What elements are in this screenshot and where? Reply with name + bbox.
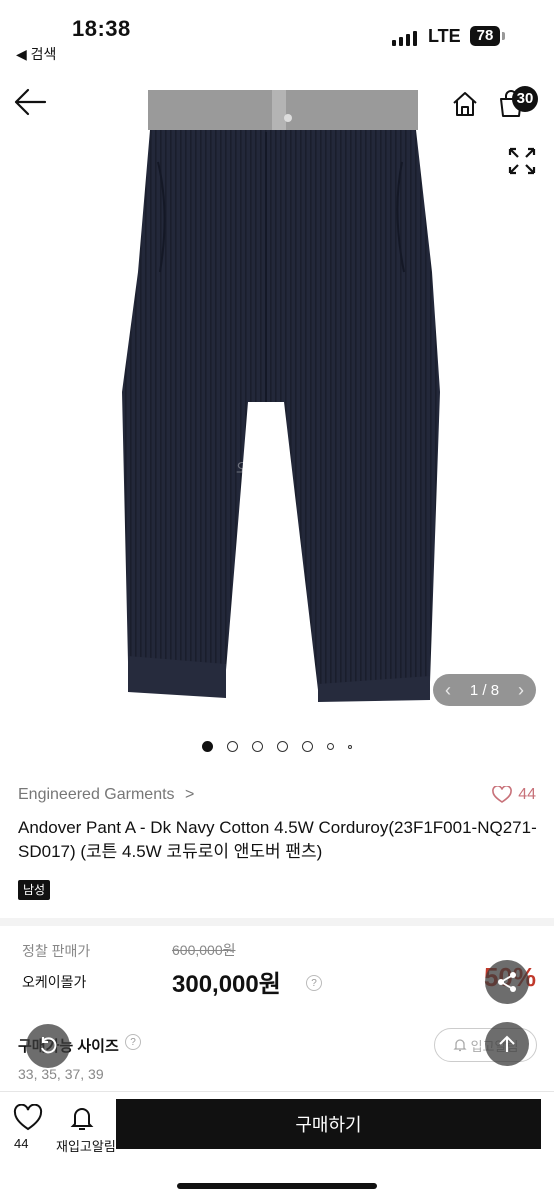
sale-price-label: 오케이몰가 [22, 974, 87, 990]
home-icon [453, 91, 477, 116]
image-watermark: 오케이몰 [236, 460, 288, 476]
brand-link[interactable]: Engineered Garments > [18, 786, 194, 804]
scroll-top-button[interactable] [485, 1022, 529, 1066]
arrow-up-icon [499, 1035, 515, 1052]
retail-price: 600,000원 [172, 942, 236, 958]
share-button[interactable] [485, 960, 529, 1004]
bottom-restock-label: 재입고알림 [56, 1139, 116, 1154]
retail-price-label: 정찰 판매가 [22, 943, 91, 959]
pager-next-icon[interactable]: › [518, 680, 524, 701]
cart-count-badge: 30 [512, 86, 538, 112]
available-sizes: 33, 35, 37, 39 [18, 1066, 104, 1082]
gallery-dot[interactable] [348, 744, 352, 749]
size-help-icon[interactable]: ? [125, 1034, 141, 1050]
undo-icon [41, 1037, 57, 1054]
expand-icon [508, 147, 536, 174]
network-label: LTE [428, 26, 461, 46]
sale-price: 300,000원 [172, 971, 281, 998]
gallery-dot[interactable] [202, 741, 213, 752]
share-icon [498, 972, 516, 992]
brand-row: Engineered Garments > 44 [18, 783, 536, 807]
chevron-right-icon: > [184, 786, 195, 803]
heart-icon [13, 1103, 43, 1131]
pager-count: 1 / 8 [469, 681, 500, 699]
price-help-icon[interactable]: ? [306, 975, 322, 991]
history-back-button[interactable] [26, 1024, 70, 1068]
bottom-like-button[interactable] [10, 1103, 46, 1137]
buy-button[interactable]: 구매하기 [116, 1099, 541, 1149]
fullscreen-button[interactable] [504, 144, 540, 180]
image-pager[interactable]: ‹ 1 / 8 › [433, 674, 536, 706]
heart-icon [492, 786, 513, 803]
status-time: 18:38 [72, 16, 131, 41]
gallery-dot[interactable] [252, 741, 263, 752]
like-count: 44 [518, 786, 536, 803]
brand-name: Engineered Garments [18, 786, 175, 803]
signal-icon [392, 30, 417, 46]
product-image [122, 90, 440, 702]
arrow-left-icon [14, 88, 47, 115]
bottom-restock-button[interactable] [68, 1104, 98, 1137]
section-divider [0, 918, 554, 926]
like-button[interactable]: 44 [492, 786, 536, 804]
home-indicator [177, 1183, 377, 1189]
bell-icon [70, 1108, 94, 1130]
gallery-dot[interactable] [302, 741, 313, 752]
bell-icon [453, 1039, 467, 1052]
pager-prev-icon[interactable]: ‹ [445, 680, 451, 701]
back-to-search-link[interactable]: ◀ 검색 [16, 44, 56, 64]
home-button[interactable] [448, 88, 482, 122]
product-image-gallery[interactable]: 오케이몰 ‹ 1 / 8 › [0, 72, 554, 732]
battery-tip [502, 32, 505, 40]
gallery-dot[interactable] [327, 743, 334, 750]
bottom-like-count: 44 [14, 1136, 29, 1151]
gender-tag: 남성 [18, 880, 51, 900]
gallery-dots [0, 741, 554, 752]
battery-icon: 78 [470, 26, 500, 46]
gallery-dot[interactable] [277, 741, 288, 752]
gallery-dot[interactable] [227, 741, 238, 752]
status-bar: 18:38 ◀ 검색 LTE 78 [0, 0, 554, 72]
back-button[interactable] [10, 86, 50, 120]
product-title: Andover Pant A - Dk Navy Cotton 4.5W Cor… [18, 818, 537, 861]
